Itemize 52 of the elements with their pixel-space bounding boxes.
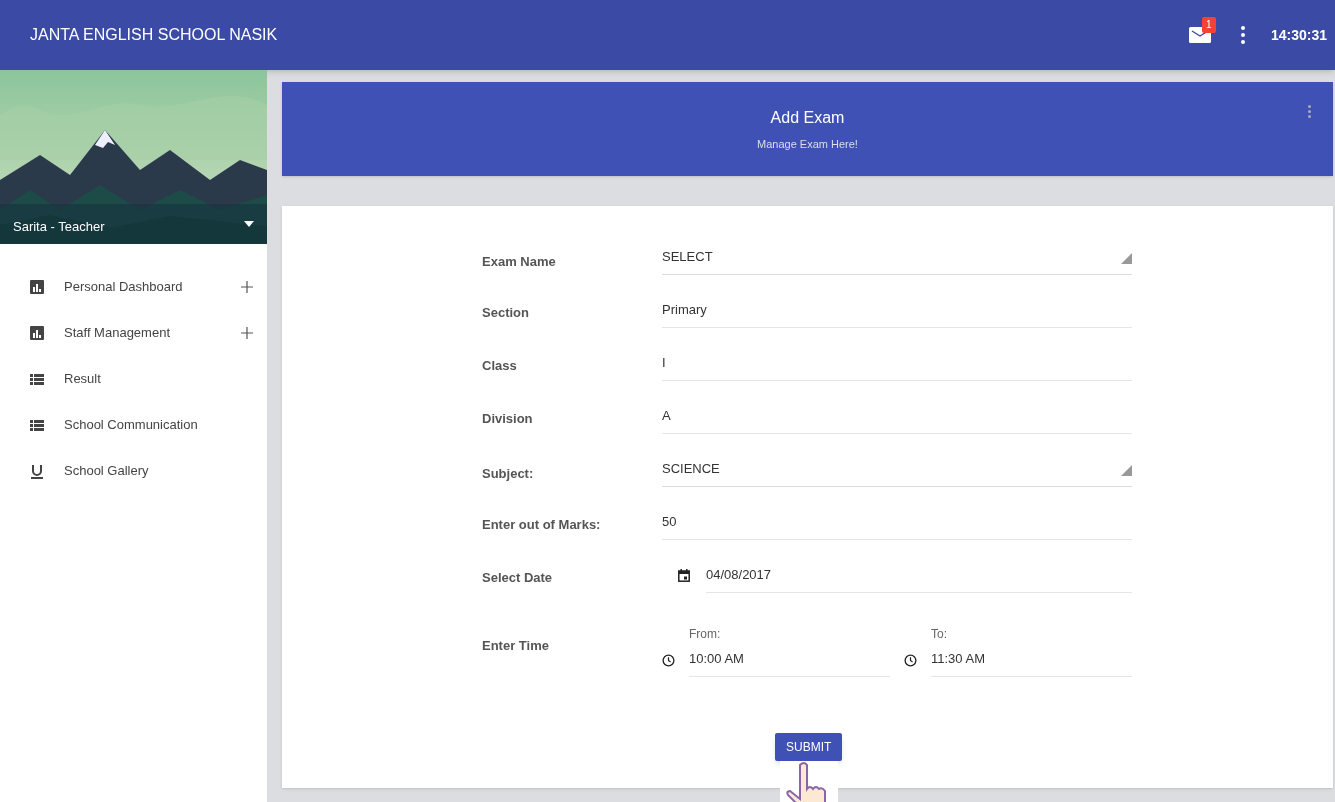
clock-icon <box>904 653 917 667</box>
mail-icon[interactable] <box>1188 27 1211 43</box>
time-value: 10:00 AM <box>689 649 745 668</box>
sidebar-item[interactable]: School Communication <box>0 402 267 448</box>
field-label: Division <box>482 409 534 428</box>
time-value: 11:30 AM <box>931 649 986 668</box>
caret-icon[interactable] <box>244 221 254 227</box>
field-caption: From: <box>689 625 722 643</box>
date-field[interactable]: 04/08/2017 <box>706 557 1132 593</box>
field-label: Select Date <box>482 568 554 587</box>
dropdown-triangle-icon <box>1121 253 1132 264</box>
sidebar-item[interactable]: School Gallery <box>0 448 267 494</box>
field-label: Section <box>482 303 530 322</box>
plus-icon[interactable] <box>241 281 253 293</box>
menu-label: Personal Dashboard <box>64 278 184 297</box>
input-field[interactable]: I <box>662 345 1132 381</box>
banner-title: Add Exam <box>770 107 845 128</box>
field-label: Enter out of Marks: <box>482 515 602 534</box>
underline-icon <box>30 463 44 479</box>
sidebar-item[interactable]: Personal Dashboard <box>0 264 267 310</box>
menu-label: Result <box>64 370 102 389</box>
field-label: Subject: <box>482 464 535 483</box>
notification-badge: 1 <box>1201 17 1216 33</box>
sidebar-item[interactable]: Staff Management <box>0 310 267 356</box>
select-field[interactable]: SELECT <box>662 239 1132 275</box>
clock-icon <box>662 653 675 667</box>
bar-chart-icon <box>30 280 44 294</box>
input-field[interactable]: Primary <box>662 292 1132 328</box>
sidebar-item[interactable]: Result <box>0 356 267 402</box>
menu-label: School Communication <box>64 416 199 435</box>
menu-label: School Gallery <box>64 462 150 481</box>
field-label: Exam Name <box>482 252 557 271</box>
plus-icon[interactable] <box>241 327 253 339</box>
submit-button[interactable]: SUBMIT <box>775 733 843 761</box>
clock-time: 14:30:31 <box>1270 25 1327 45</box>
input-field[interactable]: 50 <box>662 504 1132 540</box>
list-icon <box>30 419 44 431</box>
bar-chart-icon <box>30 326 44 340</box>
banner-subtitle: Manage Exam Here! <box>757 136 858 152</box>
list-icon <box>30 373 44 385</box>
dropdown-triangle-icon <box>1121 465 1132 476</box>
field-label: Enter Time <box>482 637 550 656</box>
field-label: Class <box>482 356 518 375</box>
time-field[interactable]: From: 10:00 AM <box>689 624 890 678</box>
input-field[interactable]: A <box>662 398 1132 434</box>
calendar-icon <box>678 568 690 582</box>
field-caption: To: <box>931 625 948 643</box>
menu-label: Staff Management <box>64 324 171 343</box>
profile-name: Sarita - Teacher <box>13 218 106 237</box>
time-field[interactable]: To: 11:30 AM <box>931 624 1132 678</box>
select-field[interactable]: SCIENCE <box>662 451 1132 487</box>
school-title: JANTA ENGLISH SCHOOL NASIK <box>30 25 279 45</box>
